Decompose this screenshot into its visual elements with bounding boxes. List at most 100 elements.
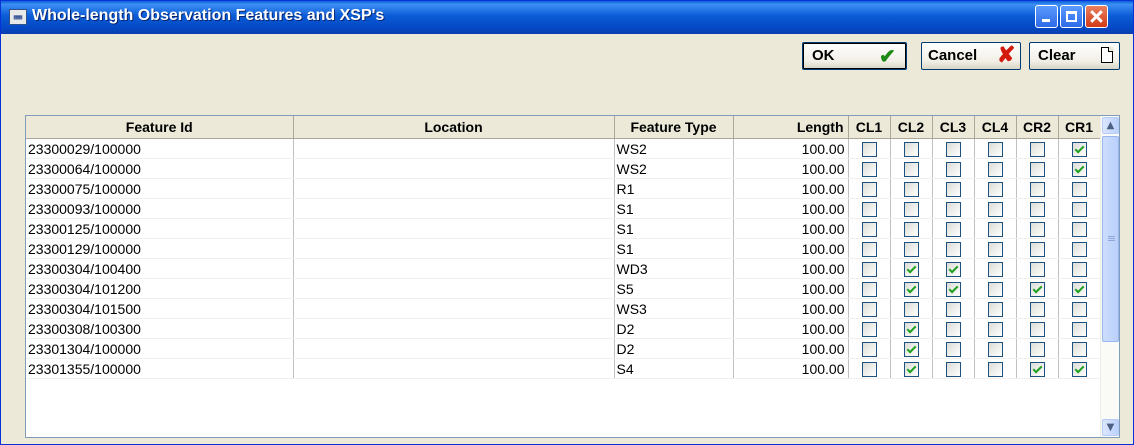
- cl1-checkbox[interactable]: [861, 301, 877, 317]
- table-row[interactable]: 23300075/100000 R1 100.00: [26, 178, 1101, 199]
- cl2-cell[interactable]: [890, 138, 933, 159]
- cr2-checkbox[interactable]: [1029, 321, 1045, 337]
- length-cell[interactable]: 100.00: [733, 178, 849, 199]
- cl3-cell[interactable]: [932, 158, 975, 179]
- cl4-cell[interactable]: [974, 318, 1017, 339]
- cl2-checkbox[interactable]: [903, 341, 919, 357]
- scroll-up-button[interactable]: ▲: [1102, 117, 1119, 134]
- cr2-cell[interactable]: [1016, 338, 1059, 359]
- location-cell[interactable]: [293, 158, 615, 179]
- cl4-cell[interactable]: [974, 158, 1017, 179]
- cl4-cell[interactable]: [974, 218, 1017, 239]
- cr2-checkbox[interactable]: [1029, 281, 1045, 297]
- cl3-cell[interactable]: [932, 278, 975, 299]
- cl3-cell[interactable]: [932, 218, 975, 239]
- cl4-cell[interactable]: [974, 298, 1017, 319]
- scroll-down-button[interactable]: ▼: [1102, 419, 1119, 436]
- cl4-cell[interactable]: [974, 338, 1017, 359]
- cl3-checkbox[interactable]: [945, 361, 961, 377]
- cl2-checkbox[interactable]: [903, 241, 919, 257]
- length-cell[interactable]: 100.00: [733, 158, 849, 179]
- cl2-cell[interactable]: [890, 218, 933, 239]
- cl4-checkbox[interactable]: [987, 301, 1003, 317]
- cl2-checkbox[interactable]: [903, 261, 919, 277]
- table-row[interactable]: 23300093/100000 S1 100.00: [26, 198, 1101, 219]
- location-cell[interactable]: [293, 198, 615, 219]
- feature-id-cell[interactable]: 23300304/101500: [26, 298, 294, 319]
- cl4-checkbox[interactable]: [987, 181, 1003, 197]
- cl3-cell[interactable]: [932, 358, 975, 379]
- cl2-checkbox[interactable]: [903, 301, 919, 317]
- cl1-cell[interactable]: [848, 338, 891, 359]
- cl1-checkbox[interactable]: [861, 161, 877, 177]
- feature-type-cell[interactable]: D2: [614, 318, 734, 339]
- cl4-cell[interactable]: [974, 278, 1017, 299]
- cl3-cell[interactable]: [932, 338, 975, 359]
- cr1-checkbox[interactable]: [1071, 141, 1087, 157]
- cr1-cell[interactable]: [1058, 158, 1101, 179]
- cl1-cell[interactable]: [848, 358, 891, 379]
- cl3-cell[interactable]: [932, 238, 975, 259]
- col-header-length[interactable]: Length: [733, 116, 849, 139]
- cl2-checkbox[interactable]: [903, 321, 919, 337]
- cl4-cell[interactable]: [974, 258, 1017, 279]
- cr1-checkbox[interactable]: [1071, 361, 1087, 377]
- cl1-cell[interactable]: [848, 258, 891, 279]
- cl1-checkbox[interactable]: [861, 361, 877, 377]
- col-header-cl3[interactable]: CL3: [932, 116, 975, 139]
- cr2-checkbox[interactable]: [1029, 301, 1045, 317]
- cl2-checkbox[interactable]: [903, 141, 919, 157]
- location-cell[interactable]: [293, 258, 615, 279]
- cr1-checkbox[interactable]: [1071, 241, 1087, 257]
- cr2-checkbox[interactable]: [1029, 341, 1045, 357]
- feature-id-cell[interactable]: 23300093/100000: [26, 198, 294, 219]
- cr1-checkbox[interactable]: [1071, 221, 1087, 237]
- location-cell[interactable]: [293, 298, 615, 319]
- cl1-cell[interactable]: [848, 178, 891, 199]
- table-row[interactable]: 23300129/100000 S1 100.00: [26, 238, 1101, 259]
- cl4-checkbox[interactable]: [987, 141, 1003, 157]
- cl1-cell[interactable]: [848, 278, 891, 299]
- cl3-cell[interactable]: [932, 318, 975, 339]
- table-row[interactable]: 23300304/100400 WD3 100.00: [26, 258, 1101, 279]
- cl4-cell[interactable]: [974, 138, 1017, 159]
- length-cell[interactable]: 100.00: [733, 298, 849, 319]
- cr1-checkbox[interactable]: [1071, 181, 1087, 197]
- cl2-checkbox[interactable]: [903, 361, 919, 377]
- cl2-cell[interactable]: [890, 278, 933, 299]
- length-cell[interactable]: 100.00: [733, 358, 849, 379]
- feature-id-cell[interactable]: 23300064/100000: [26, 158, 294, 179]
- scrollbar-thumb[interactable]: [1102, 136, 1119, 342]
- cl1-cell[interactable]: [848, 138, 891, 159]
- location-cell[interactable]: [293, 318, 615, 339]
- cl2-cell[interactable]: [890, 158, 933, 179]
- cl1-checkbox[interactable]: [861, 221, 877, 237]
- cr1-cell[interactable]: [1058, 218, 1101, 239]
- table-row[interactable]: 23300029/100000 WS2 100.00: [26, 138, 1101, 159]
- table-app-icon[interactable]: ▦▦: [9, 9, 27, 25]
- cr2-cell[interactable]: [1016, 278, 1059, 299]
- feature-type-cell[interactable]: WD3: [614, 258, 734, 279]
- cr1-checkbox[interactable]: [1071, 281, 1087, 297]
- location-cell[interactable]: [293, 138, 615, 159]
- feature-type-cell[interactable]: R1: [614, 178, 734, 199]
- col-header-feature-type[interactable]: Feature Type: [614, 116, 734, 139]
- cr1-checkbox[interactable]: [1071, 161, 1087, 177]
- feature-id-cell[interactable]: 23300308/100300: [26, 318, 294, 339]
- vertical-scrollbar[interactable]: ▲ ▼: [1100, 116, 1119, 437]
- cl1-checkbox[interactable]: [861, 141, 877, 157]
- cl3-checkbox[interactable]: [945, 301, 961, 317]
- table-row[interactable]: 23300304/101200 S5 100.00: [26, 278, 1101, 299]
- table-row[interactable]: 23300064/100000 WS2 100.00: [26, 158, 1101, 179]
- feature-id-cell[interactable]: 23300304/100400: [26, 258, 294, 279]
- table-row[interactable]: 23300304/101500 WS3 100.00: [26, 298, 1101, 319]
- cl1-cell[interactable]: [848, 238, 891, 259]
- cr2-cell[interactable]: [1016, 178, 1059, 199]
- cancel-button[interactable]: Cancel ✘: [921, 42, 1021, 70]
- cr2-cell[interactable]: [1016, 138, 1059, 159]
- cr1-checkbox[interactable]: [1071, 301, 1087, 317]
- feature-id-cell[interactable]: 23300129/100000: [26, 238, 294, 259]
- cr2-cell[interactable]: [1016, 258, 1059, 279]
- cl3-checkbox[interactable]: [945, 141, 961, 157]
- cr1-cell[interactable]: [1058, 298, 1101, 319]
